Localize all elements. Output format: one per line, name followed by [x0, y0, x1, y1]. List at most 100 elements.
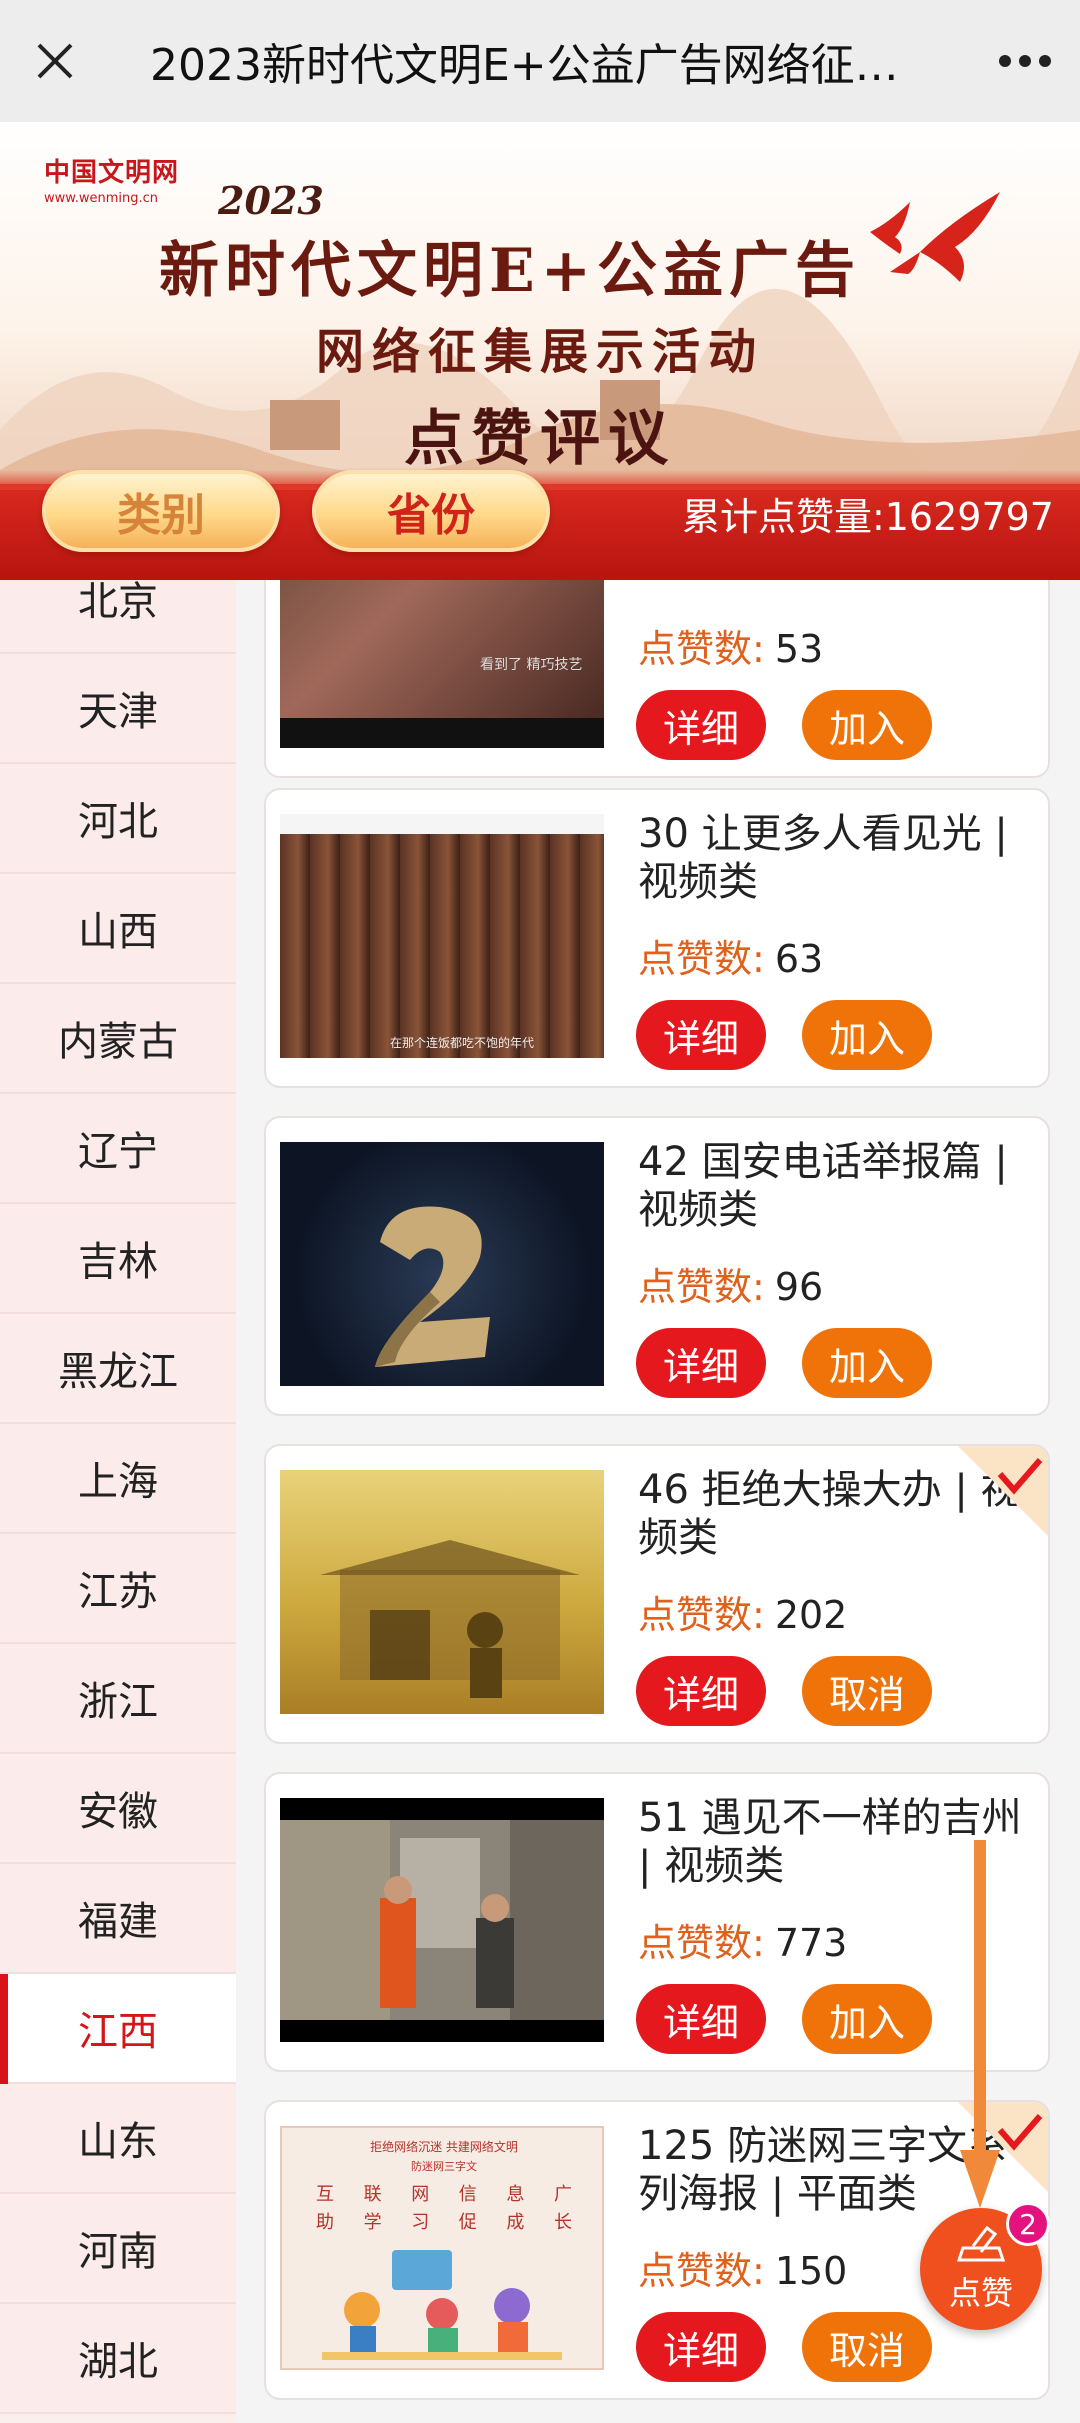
- sidebar-item-tianjin[interactable]: 天津: [0, 654, 236, 764]
- cancel-button[interactable]: 取消: [802, 2312, 932, 2382]
- detail-button[interactable]: 详细: [636, 1328, 766, 1398]
- entry-title: 30 让更多人看见光 | 视频类: [638, 811, 1008, 905]
- join-button[interactable]: 加入: [802, 1000, 932, 1070]
- tab-province[interactable]: 省份: [312, 470, 550, 552]
- poster-illustration: [322, 2250, 562, 2360]
- poster-header: 拒绝网络沉迷 共建网络文明: [370, 2140, 518, 2154]
- entry-card: 看到了 精巧技艺 点赞数: 53 详细 加入: [264, 580, 1050, 778]
- likes-value: 96: [774, 1265, 824, 1309]
- likes-count: 点赞数: 63: [638, 928, 823, 983]
- sidebar-item-beijing[interactable]: 北京: [0, 580, 236, 654]
- poster-char: 网: [411, 2184, 430, 2205]
- poster-char: 互: [316, 2184, 334, 2205]
- join-button[interactable]: 加入: [802, 1328, 932, 1398]
- poster-char: 广: [553, 2184, 572, 2205]
- entry-thumbnail[interactable]: 拒绝网络沉迷 共建网络文明 防迷网三字文 互 联 网 信 息 广 助 学 习 促 成 长: [280, 2126, 604, 2370]
- sidebar-item-jilin[interactable]: 吉林: [0, 1204, 236, 1314]
- detail-button[interactable]: 详细: [636, 1656, 766, 1726]
- poster-char: 联: [363, 2184, 382, 2205]
- province-sidebar: 北京 天津 河北 山西 内蒙古 辽宁 吉林 黑龙江 上海 江苏 浙江 安徽 福建…: [0, 580, 236, 2423]
- entry-thumbnail[interactable]: 在那个连饭都吃不饱的年代: [280, 814, 604, 1058]
- tab-category[interactable]: 类别: [42, 470, 280, 552]
- logo-text: 中国文明网: [44, 158, 180, 188]
- more-button[interactable]: [970, 0, 1080, 122]
- sidebar-item-shanxi[interactable]: 山西: [0, 874, 236, 984]
- likes-value: 63: [774, 937, 824, 981]
- thumbnail-caption: 看到了 精巧技艺: [480, 657, 583, 673]
- banner-title-line2: 网络征集展示活动: [315, 324, 764, 380]
- poster-sub: 防迷网三字文: [411, 2160, 477, 2173]
- likes-value: 202: [774, 1593, 848, 1637]
- sidebar-item-jiangxi[interactable]: 江西: [0, 1974, 236, 2084]
- detail-button[interactable]: 详细: [636, 1984, 766, 2054]
- cancel-button[interactable]: 取消: [802, 1656, 932, 1726]
- sidebar-item-shanghai[interactable]: 上海: [0, 1424, 236, 1534]
- entry-title: 42 国安电话举报篇 | 视频类: [638, 1139, 1008, 1233]
- likes-value: 150: [774, 2249, 848, 2293]
- entry-thumbnail[interactable]: 看到了 精巧技艺: [280, 580, 604, 748]
- sidebar-item-neimenggu[interactable]: 内蒙古: [0, 984, 236, 1094]
- sidebar-item-liaoning[interactable]: 辽宁: [0, 1094, 236, 1204]
- total-likes-label: 累计点赞量:: [681, 495, 885, 539]
- detail-button[interactable]: 详细: [636, 2312, 766, 2382]
- sand-art-scene: [320, 1540, 580, 1698]
- sidebar-item-jiangsu[interactable]: 江苏: [0, 1534, 236, 1644]
- poster-char: 信: [458, 2184, 477, 2205]
- entry-list: 看到了 精巧技艺 点赞数: 53 详细 加入 在那个连饭都吃不饱的年代 30 让更…: [236, 580, 1080, 2423]
- likes-label: 点赞数:: [638, 1593, 765, 1637]
- poster-char: 助: [316, 2212, 334, 2233]
- sidebar-item-hubei[interactable]: 湖北: [0, 2304, 236, 2414]
- sidebar-item-shandong[interactable]: 山东: [0, 2084, 236, 2194]
- entry-card: 在那个连饭都吃不饱的年代 30 让更多人看见光 | 视频类 点赞数: 63 详细 …: [264, 788, 1050, 1088]
- entry-thumbnail[interactable]: [280, 1142, 604, 1386]
- poster-char: 息: [506, 2184, 525, 2205]
- poster-char: 促: [458, 2212, 477, 2233]
- join-button[interactable]: 加入: [802, 1984, 932, 2054]
- likes-label: 点赞数:: [638, 2249, 765, 2293]
- site-logo: 中国文明网 www.wenming.cn: [44, 152, 179, 206]
- join-button[interactable]: 加入: [802, 690, 932, 760]
- likes-count: 点赞数: 773: [638, 1912, 847, 1967]
- sidebar-item-henan[interactable]: 河南: [0, 2194, 236, 2304]
- banner-year: 2023: [218, 178, 324, 223]
- detail-button[interactable]: 详细: [636, 690, 766, 760]
- annotation-arrow: [960, 1840, 1000, 2208]
- selected-check-icon: [958, 1446, 1048, 1536]
- poster-char: 成: [506, 2212, 525, 2233]
- golden-number-two: [375, 1206, 490, 1367]
- poster-char: 长: [553, 2212, 572, 2233]
- sidebar-item-zhejiang[interactable]: 浙江: [0, 1644, 236, 1754]
- sidebar-item-hebei[interactable]: 河北: [0, 764, 236, 874]
- sidebar-item-anhui[interactable]: 安徽: [0, 1754, 236, 1864]
- entry-thumbnail[interactable]: [280, 1798, 604, 2042]
- banner-title-line3: 点赞评议: [404, 404, 676, 474]
- likes-label: 点赞数:: [638, 1265, 765, 1309]
- close-button[interactable]: [0, 0, 110, 122]
- vote-icon: [957, 2225, 1005, 2262]
- sidebar-item-fujian[interactable]: 福建: [0, 1864, 236, 1974]
- likes-count: 点赞数: 96: [638, 1256, 823, 1311]
- likes-count: 点赞数: 53: [638, 618, 823, 673]
- likes-value: 53: [774, 627, 824, 671]
- thumbnail-caption: 在那个连饭都吃不饱的年代: [390, 1036, 535, 1050]
- likes-value: 773: [774, 1921, 848, 1965]
- likes-label: 点赞数:: [638, 937, 765, 981]
- likes-count: 点赞数: 202: [638, 1584, 847, 1639]
- total-likes: 累计点赞量:1629797: [682, 486, 1054, 541]
- close-icon: [37, 43, 73, 79]
- detail-button[interactable]: 详细: [636, 1000, 766, 1070]
- like-fab-button[interactable]: 点赞 2: [920, 2202, 1050, 2330]
- total-likes-value: 1629797: [884, 495, 1054, 539]
- entry-thumbnail[interactable]: [280, 1470, 604, 1714]
- poster-row-2: 助学习促成长: [316, 2208, 572, 2234]
- poster-char: 习: [411, 2212, 430, 2233]
- page-title: 2023新时代文明E+公益广告网络征…: [150, 40, 899, 91]
- likes-label: 点赞数:: [638, 627, 765, 671]
- likes-count: 点赞数: 150: [638, 2240, 847, 2295]
- top-nav-bar: 2023新时代文明E+公益广告网络征…: [0, 0, 1080, 122]
- sidebar-item-heilongjiang[interactable]: 黑龙江: [0, 1314, 236, 1424]
- entry-card: 46 拒绝大操大办 | 视频类 点赞数: 202 详细 取消: [264, 1444, 1050, 1744]
- more-dots-icon: [999, 55, 1051, 67]
- entry-card: 51 遇见不一样的吉州 | 视频类 点赞数: 773 详细 加入: [264, 1772, 1050, 2072]
- selected-count-badge: 2: [1006, 2202, 1050, 2246]
